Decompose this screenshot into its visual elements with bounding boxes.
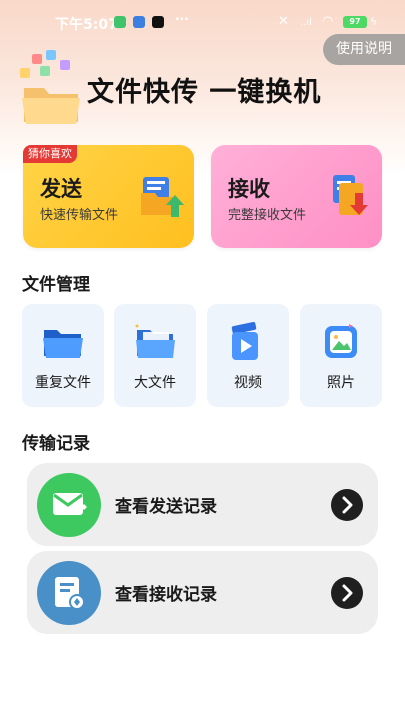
receive-card[interactable]: 接收 完整接收文件 [211,145,382,248]
duplicate-files-tile[interactable]: 重复文件 [22,304,104,407]
file-transfer-illustration-icon [20,50,80,124]
transfer-records-title: 传输记录 [22,434,90,454]
photos-tile[interactable]: 照片 [300,304,382,407]
message-notification-icon [133,16,145,28]
send-card[interactable]: 猜你喜欢 发送 快速传输文件 [23,145,194,248]
videos-tile[interactable]: 视频 [207,304,289,407]
send-folder-icon [141,177,184,217]
chevron-right-icon[interactable] [331,577,363,609]
send-records-item[interactable]: 查看发送记录 [27,463,378,546]
photo-icon [325,324,357,358]
large-files-label: 大文件 [134,375,176,391]
big-file-icon [135,324,175,358]
charging-icon: ϟ [370,15,378,28]
mute-icon: ✕ [278,14,289,29]
signal-icon: ..ıl [300,17,312,28]
receive-records-item[interactable]: 查看接收记录 [27,551,378,634]
battery-icon: 97 [343,16,367,28]
status-time: 下午5:07 [55,17,118,33]
file-management-title: 文件管理 [22,275,90,295]
receive-document-icon [333,175,368,215]
receive-title: 接收 [228,177,270,201]
recommend-badge: 猜你喜欢 [23,145,77,163]
send-subtitle: 快速传输文件 [40,208,119,223]
send-title: 发送 [40,177,82,201]
duplicate-files-label: 重复文件 [35,375,91,391]
wifi-icon: ◠ [322,14,334,29]
large-files-tile[interactable]: 大文件 [114,304,196,407]
page-title: 文件快传 一键换机 [87,77,322,108]
mail-icon [37,473,101,537]
folder-icon [43,330,83,358]
more-notifications-icon: ··· [175,12,189,26]
chevron-right-icon[interactable] [331,489,363,521]
receive-records-label: 查看接收记录 [115,585,217,605]
videos-label: 视频 [234,375,262,391]
app-notification-icon [114,16,126,28]
photos-label: 照片 [327,375,355,391]
send-records-label: 查看发送记录 [115,497,217,517]
tiktok-notification-icon [152,16,164,28]
help-button[interactable]: 使用说明 [323,34,405,65]
receive-subtitle: 完整接收文件 [228,208,307,223]
video-icon [231,322,258,360]
document-icon [37,561,101,625]
